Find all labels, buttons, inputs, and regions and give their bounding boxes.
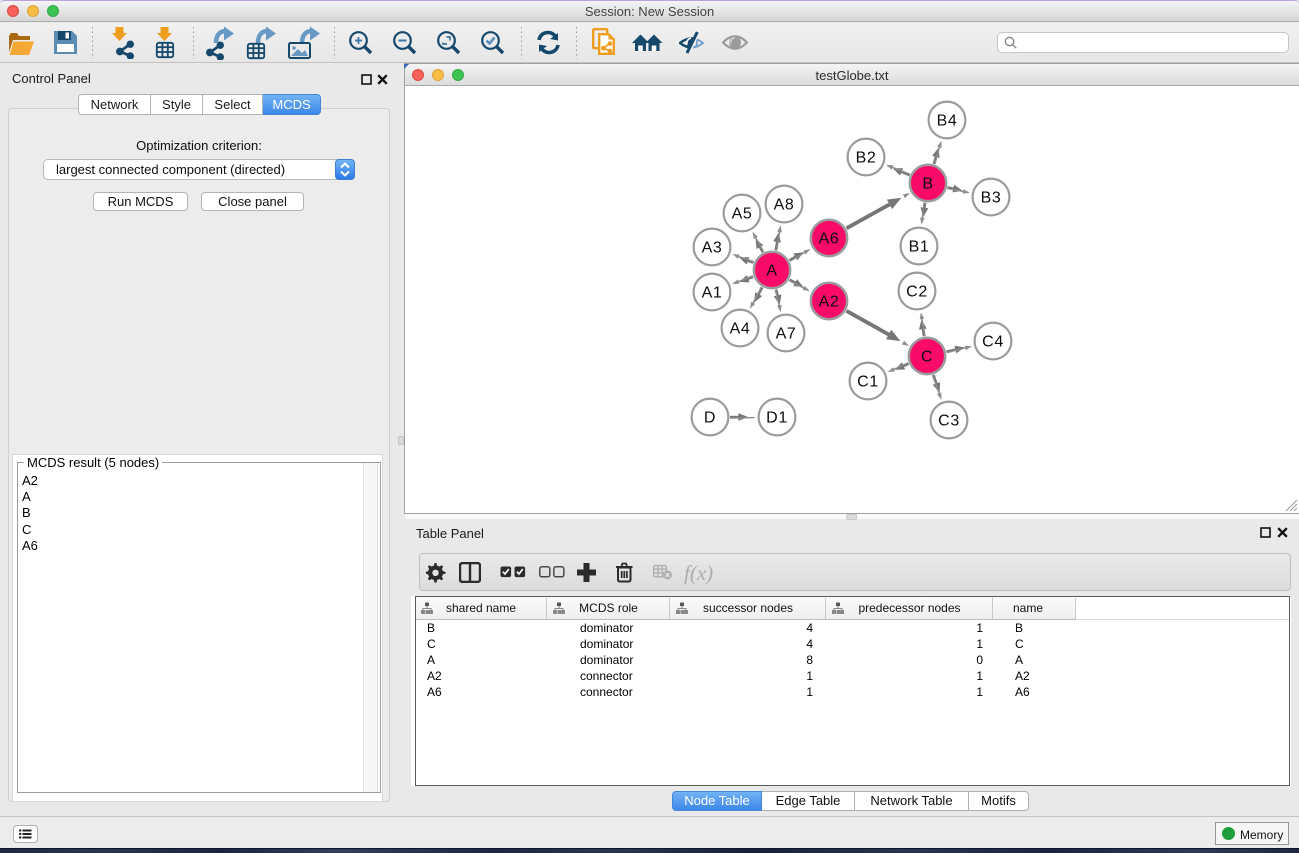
svg-text:C: C: [921, 349, 933, 366]
svg-text:A6: A6: [819, 231, 840, 248]
svg-text:C2: C2: [906, 284, 928, 301]
svg-text:A8: A8: [774, 197, 795, 214]
svg-text:B2: B2: [856, 150, 877, 167]
svg-text:A1: A1: [702, 285, 723, 302]
svg-text:B1: B1: [909, 239, 930, 256]
svg-text:B4: B4: [937, 113, 958, 130]
svg-text:A7: A7: [776, 326, 797, 343]
svg-text:C4: C4: [982, 334, 1004, 351]
svg-text:C1: C1: [857, 374, 879, 391]
svg-text:A: A: [766, 263, 777, 280]
svg-text:A2: A2: [819, 294, 840, 311]
svg-text:A5: A5: [732, 206, 753, 223]
svg-text:D: D: [704, 410, 716, 427]
svg-text:A3: A3: [702, 240, 723, 257]
svg-text:B3: B3: [981, 190, 1002, 207]
svg-text:C3: C3: [938, 413, 960, 430]
svg-text:D1: D1: [766, 410, 788, 427]
svg-text:A4: A4: [730, 321, 751, 338]
svg-text:B: B: [922, 176, 933, 193]
